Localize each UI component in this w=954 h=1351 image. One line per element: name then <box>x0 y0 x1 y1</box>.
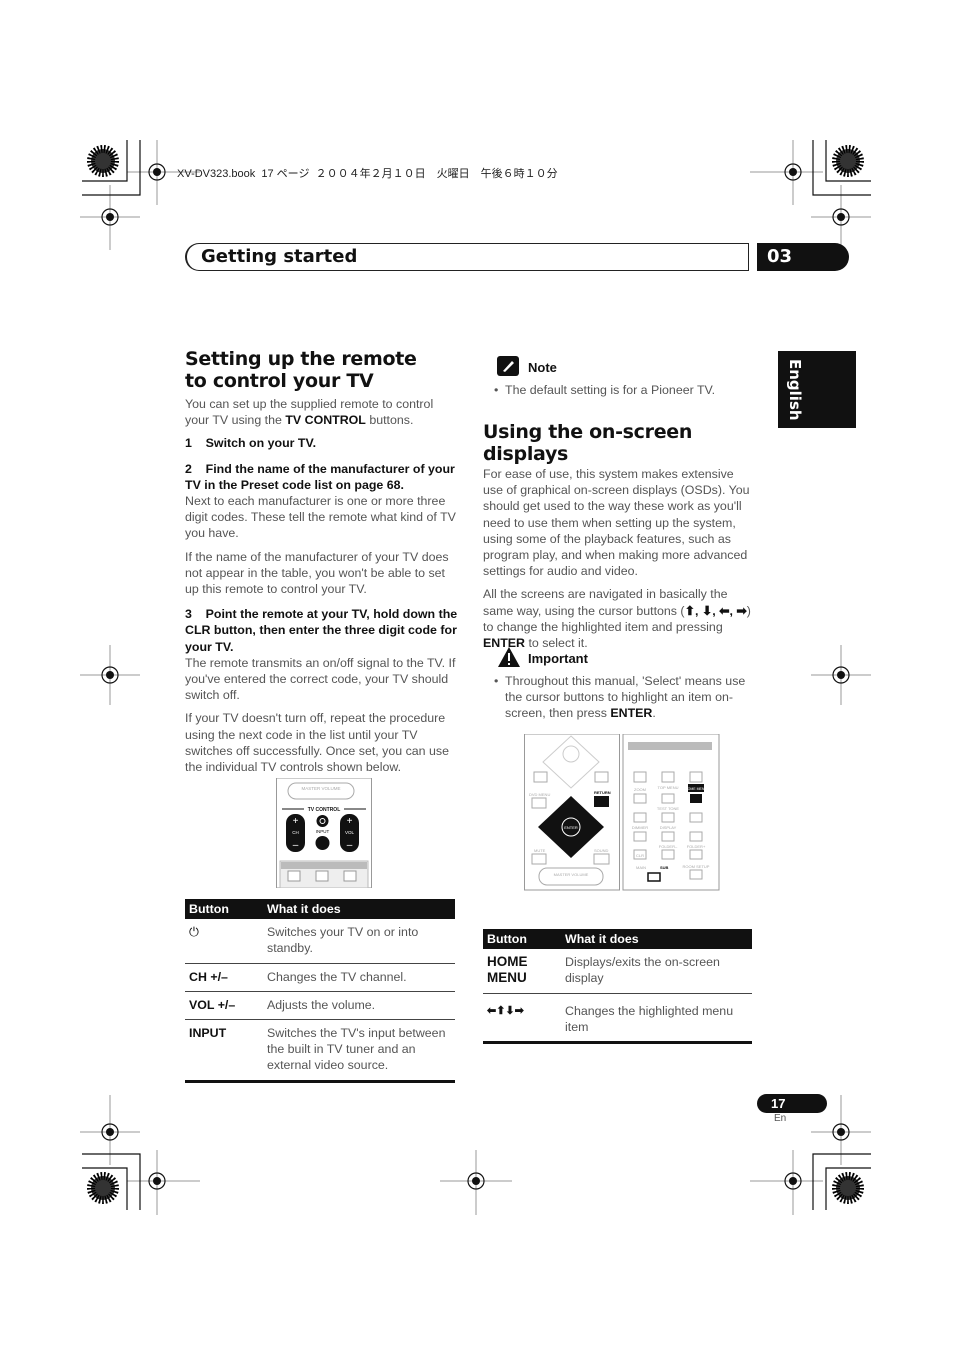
table-row: CH +/– Changes the TV channel. <box>185 963 455 992</box>
chapter-number: 03 <box>757 243 849 271</box>
power-button <box>316 815 329 827</box>
warning-icon <box>498 647 520 667</box>
svg-text:RETURN: RETURN <box>594 790 611 795</box>
osd-navigation: All the screens are navigated in basical… <box>483 587 751 651</box>
svg-text:ROOM SETUP: ROOM SETUP <box>683 864 710 869</box>
step-3-note: If your TV doesn't turn off, repeat the … <box>185 711 449 775</box>
svg-text:TOP MENU: TOP MENU <box>658 785 679 790</box>
table-row: ⏻ Switches your TV on or into standby. <box>185 919 455 964</box>
svg-text:FOLDER–: FOLDER– <box>659 844 678 849</box>
page-number: 17 <box>757 1094 827 1113</box>
svg-text:–: – <box>347 840 353 851</box>
important-item: Throughout this manual, 'Select' means u… <box>493 673 759 722</box>
tv-control-label: TV CONTROL <box>308 807 341 813</box>
tv-controls-table: Button What it does ⏻ Switches your TV on … <box>185 899 455 1083</box>
table-row: INPUT Switches the TV's input between the… <box>185 1019 455 1083</box>
important-title: Important <box>528 651 588 666</box>
input-label: INPUT <box>316 829 330 834</box>
svg-text:DISPLAY: DISPLAY <box>660 825 677 830</box>
power-icon: ⏻ <box>185 919 263 964</box>
tv-control-remote-illustration: MASTER VOLUME TV CONTROL + – + – CH VOL IN… <box>276 778 372 888</box>
intro-text: You can set up the supplied remote to co… <box>185 397 434 428</box>
home-menu-button <box>690 794 702 803</box>
return-button <box>594 796 609 807</box>
svg-text:SOUND: SOUND <box>594 848 609 853</box>
note-icon <box>497 356 519 376</box>
section-heading: Setting up the remote to control your TV <box>185 348 417 392</box>
table-row: HOME MENU Displays/exits the on-screen di… <box>483 949 752 994</box>
svg-text:+: + <box>347 816 353 827</box>
step-3-text: The remote transmits an on/off signal to… <box>185 655 456 703</box>
svg-text:DIMMER: DIMMER <box>632 825 648 830</box>
table-row: VOL +/– Adjusts the volume. <box>185 991 455 1021</box>
remote-illustration: DVD MENU RETURN ENTER MUTE SOUND MASTER … <box>524 734 720 891</box>
svg-text:FOLDER+: FOLDER+ <box>687 844 706 849</box>
registration-marks <box>80 140 871 1215</box>
print-header: XV-DV323.book 17 ページ ２００４年２月１０日 火曜日 午後６時… <box>177 168 558 180</box>
ch-label: CH <box>292 830 299 835</box>
svg-text:MAIN: MAIN <box>636 865 646 870</box>
step-1: 1 Switch on your TV. <box>185 436 317 451</box>
cursor-arrows-icon: ⬆, ⬇, ⬅, ➡ <box>684 603 747 618</box>
svg-text:MUTE: MUTE <box>534 848 546 853</box>
master-volume-label: MASTER VOLUME <box>301 786 340 791</box>
section-title: Getting started <box>201 246 358 267</box>
left-column: Setting up the remote to control your TV… <box>185 348 459 775</box>
osd-buttons-table: Button What it does HOME MENU Displays/exi… <box>483 929 752 1045</box>
vol-label: VOL <box>345 830 355 835</box>
osd-intro: For ease of use, this system makes exten… <box>483 467 750 579</box>
language-tab: English <box>778 351 856 428</box>
svg-text:+: + <box>293 816 299 827</box>
svg-text:CLR: CLR <box>636 853 644 858</box>
cursor-arrows-icon: ⬅⬆⬇➡ <box>483 993 561 1045</box>
enter-button: ENTER <box>564 825 578 830</box>
svg-text:TEST TONE: TEST TONE <box>657 806 680 811</box>
page-language: En <box>774 1113 787 1124</box>
language-tab-label: English <box>786 359 804 421</box>
svg-text:SUB: SUB <box>660 865 669 870</box>
step-3: 3 Point the remote at your TV, hold down… <box>185 607 461 654</box>
svg-text:DVD MENU: DVD MENU <box>529 792 550 797</box>
note-item: The default setting is for a Pioneer TV. <box>493 382 757 398</box>
section-heading: Using the on-screen displays <box>483 421 693 465</box>
right-column: Using the on-screen displays For ease of… <box>483 421 757 651</box>
step-2-text: Next to each manufacturer is one or more… <box>185 494 456 541</box>
svg-text:–: – <box>293 840 299 851</box>
note-title: Note <box>528 360 557 375</box>
step-2-note: If the name of the manufacturer of your … <box>185 549 449 597</box>
svg-text:MASTER VOLUME: MASTER VOLUME <box>554 872 589 877</box>
table-row: ⬅⬆⬇➡ Changes the highlighted menu item <box>483 993 752 1045</box>
input-button <box>315 836 330 850</box>
svg-text:ZOOM: ZOOM <box>634 787 646 792</box>
step-2: 2 Find the name of the manufacturer of y… <box>185 461 459 492</box>
svg-text:HOME MENU: HOME MENU <box>685 787 707 791</box>
section-header: Getting started <box>185 243 749 271</box>
